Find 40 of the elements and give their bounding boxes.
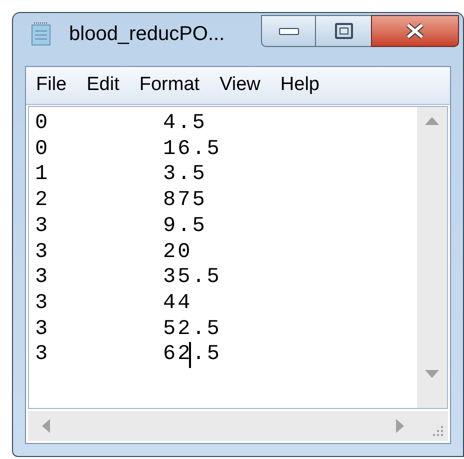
scroll-left-arrow-icon[interactable] bbox=[42, 419, 50, 433]
window-title: blood_reducPO... bbox=[69, 22, 225, 46]
line-text: 62 bbox=[163, 342, 192, 368]
line-text: 3 bbox=[35, 316, 51, 342]
line-text: 20 bbox=[163, 240, 192, 266]
scroll-down-arrow-icon[interactable] bbox=[425, 370, 439, 378]
line-text: 44 bbox=[163, 290, 192, 317]
line-text: .5 bbox=[192, 342, 222, 368]
maximize-icon bbox=[334, 23, 352, 39]
horizontal-scrollbar[interactable] bbox=[28, 411, 418, 441]
line-text: 3 bbox=[35, 265, 51, 291]
minimize-icon bbox=[278, 28, 298, 34]
scroll-right-arrow-icon[interactable] bbox=[396, 419, 404, 433]
menu-item[interactable]: Help bbox=[270, 71, 330, 100]
close-icon bbox=[405, 23, 425, 39]
line-text: 3 bbox=[35, 290, 51, 317]
line-text: 0 bbox=[35, 136, 51, 162]
line-text: 1 bbox=[35, 162, 51, 188]
line-text: 9.5 bbox=[163, 214, 207, 240]
menu-item[interactable]: File bbox=[26, 71, 77, 100]
line-text: 3 bbox=[35, 214, 51, 240]
line-text: 3 bbox=[35, 342, 51, 368]
close-button[interactable] bbox=[371, 15, 459, 47]
line-text: 52.5 bbox=[163, 316, 222, 342]
minimize-button[interactable] bbox=[261, 15, 316, 47]
menu-item[interactable]: Edit bbox=[76, 71, 130, 100]
maximize-button[interactable] bbox=[316, 15, 371, 47]
line-text: 2 bbox=[35, 188, 51, 214]
menu-item[interactable]: View bbox=[210, 71, 270, 100]
line-text: 35.5 bbox=[163, 265, 222, 291]
menu-item[interactable]: Format bbox=[129, 71, 210, 100]
line-text: 875 bbox=[163, 188, 207, 214]
line-text: 16.5 bbox=[163, 136, 222, 162]
line-text: 3.5 bbox=[163, 162, 207, 188]
line-text: 3 bbox=[35, 240, 51, 266]
line-text: 0 bbox=[35, 111, 51, 137]
resize-grip-icon[interactable] bbox=[432, 425, 444, 437]
scroll-up-arrow-icon[interactable] bbox=[425, 117, 439, 125]
vertical-scrollbar[interactable] bbox=[417, 107, 447, 408]
line-text: 4.5 bbox=[163, 111, 207, 137]
